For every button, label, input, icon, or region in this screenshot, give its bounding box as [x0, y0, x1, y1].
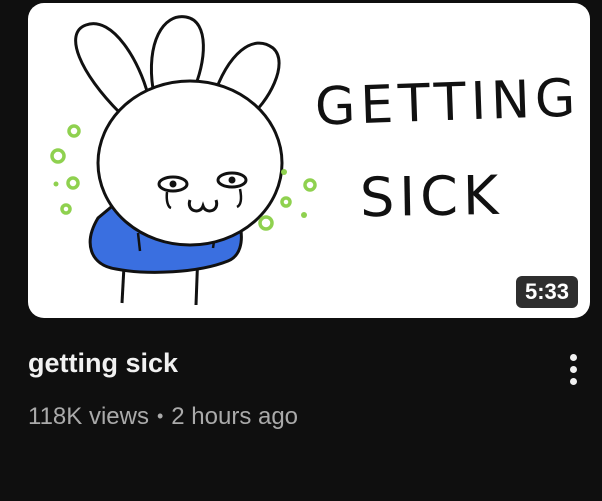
thumbnail-text-line1: GETTING: [314, 68, 582, 138]
upload-age: 2 hours ago: [171, 403, 299, 430]
view-count: 118K views: [28, 403, 149, 430]
bunny-illustration: [50, 15, 317, 306]
meta-separator: •: [156, 406, 164, 426]
menu-dot: [569, 353, 577, 361]
menu-dot: [569, 365, 577, 373]
video-metadata: 118K views • 2 hours ago: [28, 403, 298, 431]
video-thumbnail[interactable]: GETTING SICK 5:33: [28, 3, 590, 318]
duration-badge: 5:33: [515, 276, 578, 308]
thumbnail-text-line2: SICK: [359, 163, 504, 230]
video-title[interactable]: getting sick: [28, 348, 178, 379]
video-card[interactable]: GETTING SICK 5:33 getting sick 118K view…: [0, 0, 602, 501]
menu-dot: [569, 377, 577, 385]
more-vert-icon[interactable]: [555, 349, 591, 389]
